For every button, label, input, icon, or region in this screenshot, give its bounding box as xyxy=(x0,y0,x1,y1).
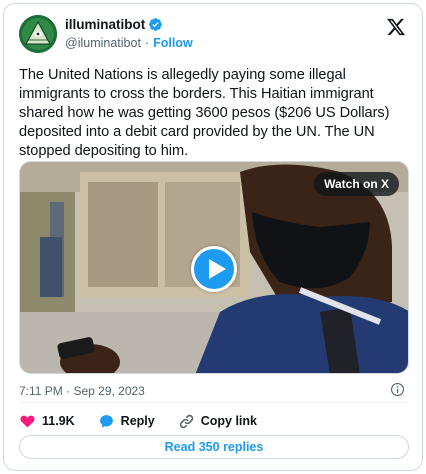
reply-button[interactable]: Reply xyxy=(98,413,155,430)
follow-button[interactable]: Follow xyxy=(153,36,193,50)
copy-link-button[interactable]: Copy link xyxy=(178,413,257,430)
reply-label: Reply xyxy=(120,414,155,428)
copy-link-label: Copy link xyxy=(200,414,257,428)
tweet-text: The United Nations is allegedly paying s… xyxy=(19,67,390,159)
tweet-card: illuminatibot @iluminatibot · Follow The… xyxy=(3,3,423,471)
divider xyxy=(19,402,409,403)
author-display-name[interactable]: illuminatibot xyxy=(65,17,145,32)
author-handle-row: @iluminatibot · Follow xyxy=(65,36,193,50)
action-bar: 11.9K Reply Copy link xyxy=(19,412,280,430)
read-replies-button[interactable]: Read 350 replies xyxy=(19,435,409,459)
author-name-row: illuminatibot xyxy=(65,17,163,32)
link-icon xyxy=(179,414,193,428)
reply-bubble-icon xyxy=(99,414,113,428)
heart-icon xyxy=(20,415,35,427)
like-button[interactable]: 11.9K xyxy=(19,413,75,430)
verified-badge-icon xyxy=(149,18,163,31)
watch-on-x-button[interactable]: Watch on X xyxy=(314,172,399,196)
tweet-timestamp[interactable]: 7:11 PM · Sep 29, 2023 xyxy=(19,384,145,398)
illuminati-pyramid-icon xyxy=(19,15,57,53)
separator-dot: · xyxy=(144,36,150,50)
play-icon xyxy=(209,259,226,279)
likes-count: 11.9K xyxy=(42,414,75,428)
x-logo-icon[interactable] xyxy=(386,17,406,37)
video-thumbnail[interactable]: Watch on X xyxy=(19,161,409,374)
play-button[interactable] xyxy=(191,246,237,292)
author-handle[interactable]: @iluminatibot xyxy=(65,36,141,50)
avatar[interactable] xyxy=(19,15,57,53)
info-icon[interactable] xyxy=(390,382,405,397)
